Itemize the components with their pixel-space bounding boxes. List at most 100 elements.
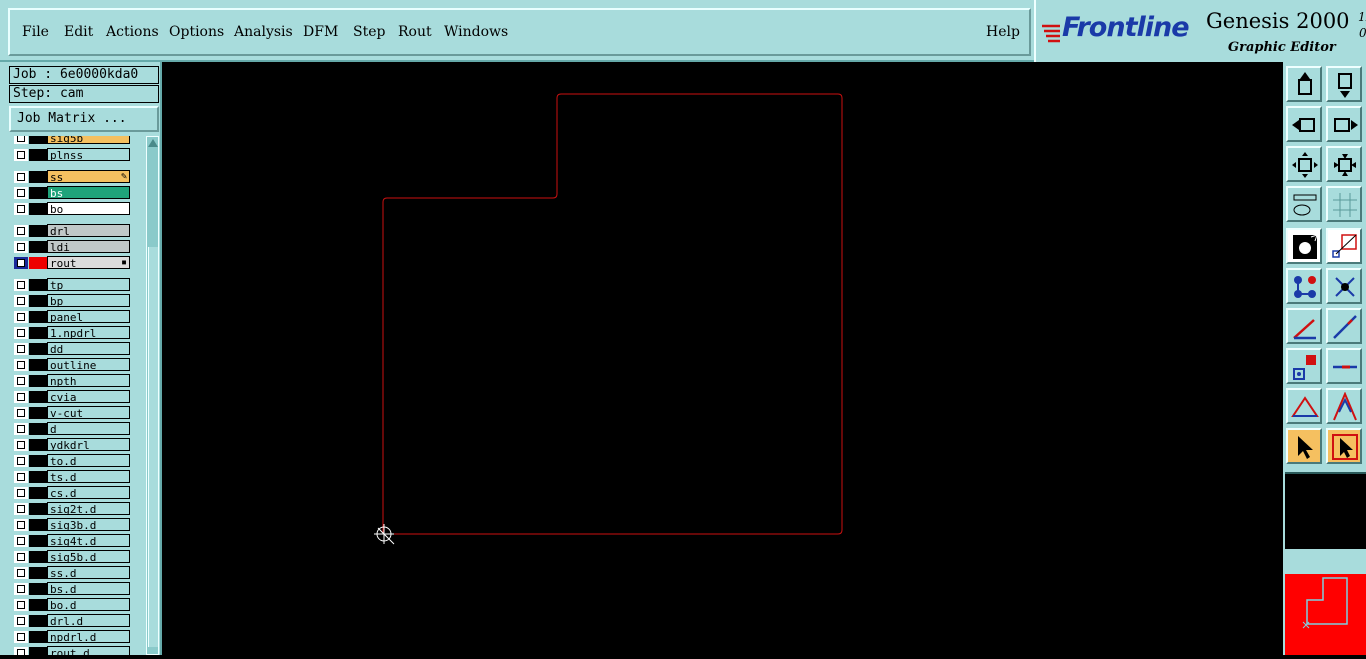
layer-name-label[interactable]: ss.d <box>47 566 130 580</box>
layer-checkbox[interactable] <box>14 455 28 467</box>
layer-color-swatch[interactable] <box>29 487 47 499</box>
layer-color-swatch[interactable] <box>29 631 47 643</box>
layer-row[interactable]: sig4t.d <box>12 533 132 548</box>
layer-color-swatch[interactable] <box>29 439 47 451</box>
layer-name-label[interactable]: rout ▪ <box>47 256 130 270</box>
layer-color-swatch[interactable] <box>29 149 47 161</box>
layer-name-label[interactable]: to.d <box>47 454 130 468</box>
layer-row[interactable]: bo.d <box>12 597 132 612</box>
pan-right-button[interactable] <box>1326 106 1362 142</box>
select-area-button[interactable] <box>1326 228 1362 264</box>
layer-checkbox[interactable] <box>14 551 28 563</box>
layer-row[interactable]: ss.d <box>12 565 132 580</box>
polygon-tool-button[interactable] <box>1286 388 1322 424</box>
layer-name-label[interactable]: sig4t.d <box>47 534 130 548</box>
overview-map[interactable] <box>1285 574 1366 655</box>
layer-checkbox[interactable] <box>14 423 28 435</box>
board-view[interactable] <box>162 62 1283 655</box>
layer-checkbox[interactable] <box>14 503 28 515</box>
layer-checkbox[interactable] <box>14 359 28 371</box>
layer-color-swatch[interactable] <box>29 455 47 467</box>
layer-row[interactable]: npdrl.d <box>12 629 132 644</box>
layer-color-swatch[interactable] <box>29 327 47 339</box>
layer-row[interactable]: bs.d <box>12 581 132 596</box>
scroll-up-arrow-icon[interactable] <box>148 139 158 147</box>
layer-row[interactable]: dd <box>12 341 132 356</box>
layer-checkbox[interactable] <box>14 241 28 253</box>
layer-checkbox[interactable] <box>14 599 28 611</box>
layer-name-label[interactable]: bs.d <box>47 582 130 596</box>
layer-name-label[interactable]: ts.d <box>47 470 130 484</box>
layer-color-swatch[interactable] <box>29 136 47 144</box>
menu-edit[interactable]: Edit <box>64 24 93 40</box>
layer-row[interactable]: bp <box>12 293 132 308</box>
layer-color-swatch[interactable] <box>29 535 47 547</box>
delete-tool-button[interactable] <box>1326 268 1362 304</box>
layer-row[interactable]: ss ✎ <box>12 169 132 184</box>
layer-row[interactable]: plnss <box>12 147 132 162</box>
layer-row[interactable]: 1.npdrl <box>12 325 132 340</box>
layer-color-swatch[interactable] <box>29 359 47 371</box>
layer-checkbox[interactable] <box>14 279 28 291</box>
layer-name-label[interactable]: cvia <box>47 390 130 404</box>
layer-color-swatch[interactable] <box>29 583 47 595</box>
layer-color-swatch[interactable] <box>29 311 47 323</box>
layer-row[interactable]: drl.d <box>12 613 132 628</box>
layer-checkbox[interactable] <box>14 407 28 419</box>
snap-mode-button[interactable] <box>1286 228 1322 264</box>
zoom-out-button[interactable] <box>1286 146 1322 182</box>
menu-rout[interactable]: Rout <box>398 24 432 40</box>
layer-name-label[interactable]: panel <box>47 310 130 324</box>
pads-tool-button[interactable] <box>1286 268 1322 304</box>
layer-color-swatch[interactable] <box>29 647 47 655</box>
layer-color-swatch[interactable] <box>29 471 47 483</box>
layer-color-swatch[interactable] <box>29 375 47 387</box>
menu-actions[interactable]: Actions <box>106 24 159 40</box>
layer-row[interactable]: outline <box>12 357 132 372</box>
pan-up-button[interactable] <box>1286 66 1322 102</box>
layer-row[interactable]: v-cut <box>12 405 132 420</box>
layer-checkbox[interactable] <box>14 343 28 355</box>
layer-checkbox[interactable] <box>14 311 28 323</box>
layer-name-label[interactable]: npdrl.d <box>47 630 130 644</box>
layer-checkbox[interactable] <box>14 583 28 595</box>
layer-checkbox[interactable] <box>14 567 28 579</box>
layer-checkbox[interactable] <box>14 487 28 499</box>
layer-name-label[interactable]: ss ✎ <box>47 170 130 184</box>
pointer-tool-button[interactable] <box>1286 428 1322 464</box>
layer-row[interactable]: sig2t.d <box>12 501 132 516</box>
layer-name-label[interactable]: bp <box>47 294 130 308</box>
graphic-canvas[interactable] <box>162 62 1283 655</box>
layer-name-label[interactable]: 1.npdrl <box>47 326 130 340</box>
layer-checkbox[interactable] <box>14 136 28 144</box>
layer-row[interactable]: npth <box>12 373 132 388</box>
layer-row[interactable]: ydkdrl <box>12 437 132 452</box>
layer-color-swatch[interactable] <box>29 551 47 563</box>
zoom-in-button[interactable] <box>1326 146 1362 182</box>
layer-name-label[interactable]: dd <box>47 342 130 356</box>
layer-name-label[interactable]: sig5b.d <box>47 550 130 564</box>
pan-down-button[interactable] <box>1326 66 1362 102</box>
menu-dfm[interactable]: DFM <box>303 24 338 40</box>
layer-name-label[interactable]: plnss <box>47 148 130 162</box>
layer-scrollbar[interactable] <box>146 136 159 655</box>
menu-windows[interactable]: Windows <box>444 24 508 40</box>
layer-name-label[interactable]: tp <box>47 278 130 292</box>
layer-row[interactable]: d <box>12 421 132 436</box>
layer-name-label[interactable]: sig5b <box>47 136 130 145</box>
layer-color-swatch[interactable] <box>29 241 47 253</box>
layer-name-label[interactable]: bs <box>47 186 130 200</box>
layer-row[interactable]: drl <box>12 223 132 238</box>
layer-color-swatch[interactable] <box>29 295 47 307</box>
layer-row[interactable]: panel <box>12 309 132 324</box>
layer-row[interactable]: cs.d <box>12 485 132 500</box>
layer-row[interactable]: ldi <box>12 239 132 254</box>
layer-color-swatch[interactable] <box>29 407 47 419</box>
layer-row[interactable]: sig5b <box>12 136 132 145</box>
layer-row[interactable]: tp <box>12 277 132 292</box>
layer-checkbox[interactable] <box>14 203 28 215</box>
layer-color-swatch[interactable] <box>29 567 47 579</box>
layer-row[interactable]: cvia <box>12 389 132 404</box>
move-tool-button[interactable] <box>1286 348 1322 384</box>
layer-color-swatch[interactable] <box>29 279 47 291</box>
